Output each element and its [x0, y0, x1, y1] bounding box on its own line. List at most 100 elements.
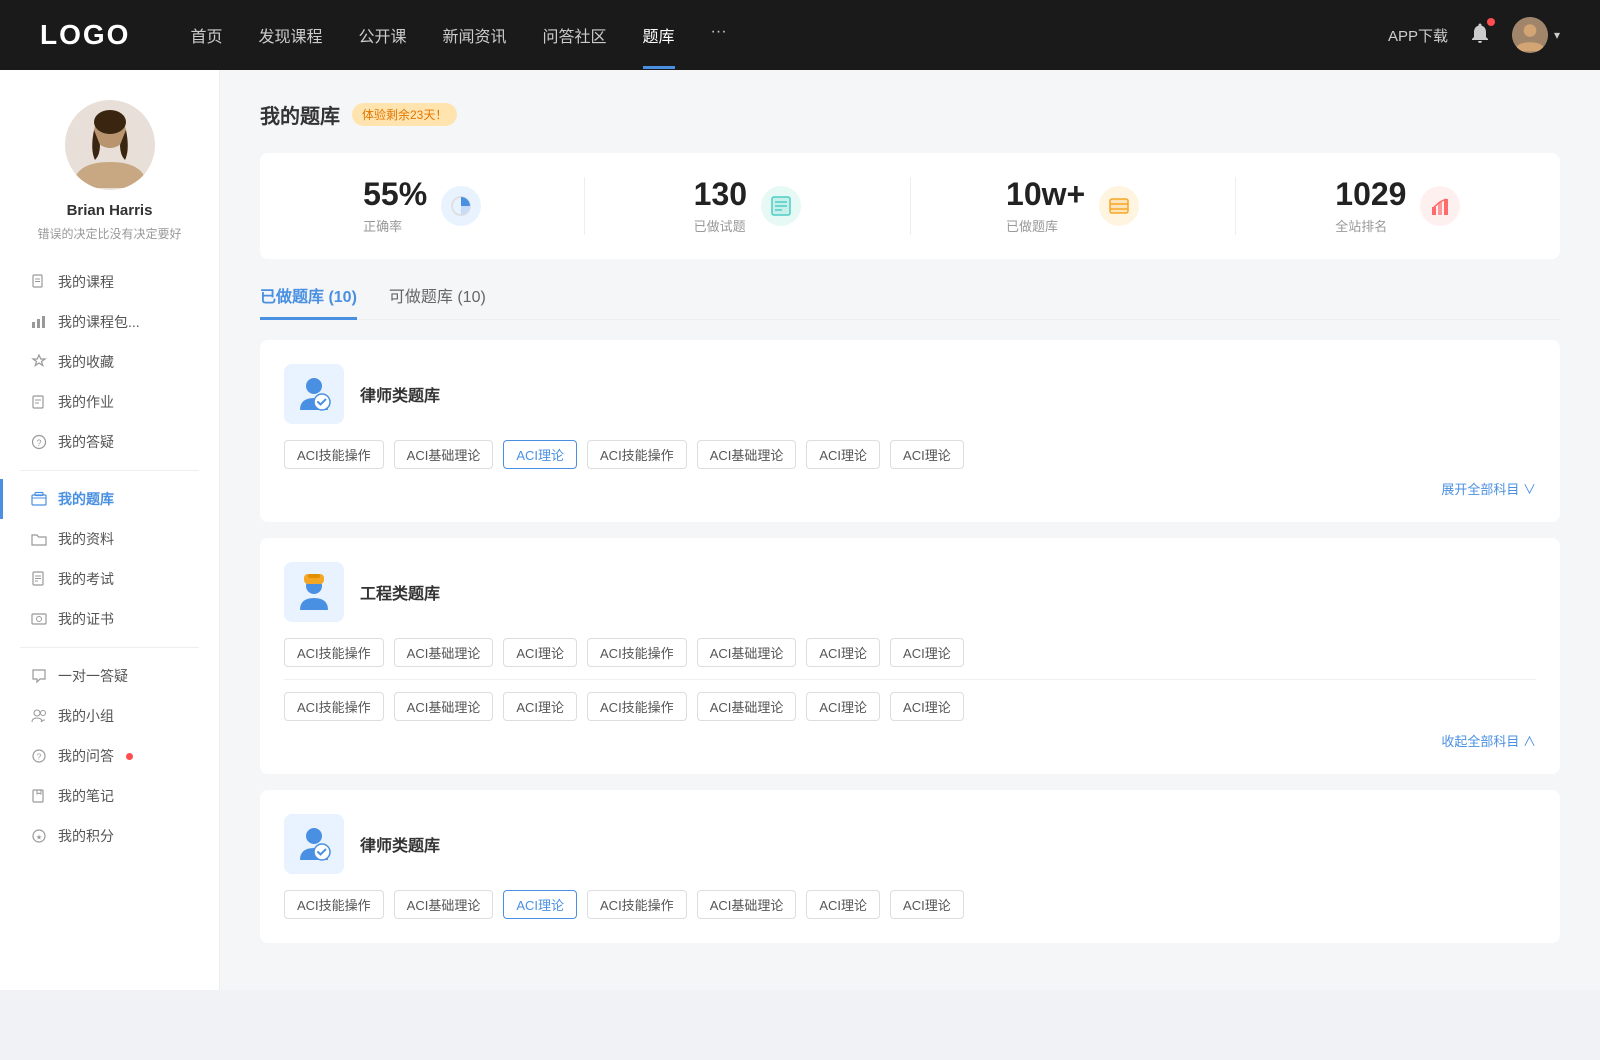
sidebar-item-mycourse[interactable]: 我的课程: [0, 262, 219, 302]
bank-tag[interactable]: ACI理论: [890, 440, 964, 469]
sidebar-item-questionbank[interactable]: 我的题库: [0, 479, 219, 519]
nav-opencourse[interactable]: 公开课: [358, 23, 406, 47]
notification-bell[interactable]: [1468, 21, 1492, 50]
page-wrapper: Brian Harris 错误的决定比没有决定要好 我的课程 我的课程包... …: [0, 70, 1600, 990]
bank-card-header-1: 律师类题库: [284, 364, 1536, 424]
accuracy-label: 正确率: [363, 216, 427, 235]
bank-tag[interactable]: ACI基础理论: [697, 638, 797, 667]
sidebar-item-homework[interactable]: 我的作业: [0, 382, 219, 422]
chevron-down-icon: ▾: [1554, 28, 1560, 42]
done-banks-label: 已做题库: [1006, 216, 1085, 235]
bank-tag-active[interactable]: ACI理论: [503, 890, 577, 919]
done-questions-value: 130: [694, 177, 747, 212]
accuracy-icon: [441, 186, 481, 226]
bank-tag[interactable]: ACI基础理论: [697, 440, 797, 469]
bank-tag[interactable]: ACI技能操作: [284, 440, 384, 469]
nav-news[interactable]: 新闻资讯: [443, 23, 507, 47]
sidebar-username: Brian Harris: [67, 202, 153, 219]
navbar: LOGO 首页 发现课程 公开课 新闻资讯 问答社区 题库 ··· APP下载 …: [0, 0, 1600, 70]
nav-home[interactable]: 首页: [190, 23, 222, 47]
sidebar-item-1on1[interactable]: 一对一答疑: [0, 656, 219, 696]
cert-icon: [30, 610, 48, 628]
tab-done-banks[interactable]: 已做题库 (10): [260, 283, 357, 319]
done-banks-value: 10w+: [1006, 177, 1085, 212]
sidebar-item-qna[interactable]: ? 我的答疑: [0, 422, 219, 462]
sidebar-item-materials[interactable]: 我的资料: [0, 519, 219, 559]
sidebar-item-group[interactable]: 我的小组: [0, 696, 219, 736]
bank-title-lawyer-2: 律师类题库: [360, 832, 440, 856]
bank-card-engineer: 工程类题库 ACI技能操作 ACI基础理论 ACI理论 ACI技能操作 ACI基…: [260, 538, 1560, 774]
ranking-chart-icon: [1429, 195, 1451, 217]
bank-tag[interactable]: ACI技能操作: [284, 638, 384, 667]
bank-tag[interactable]: ACI理论: [503, 692, 577, 721]
homework-icon: [30, 393, 48, 411]
sidebar-menu: 我的课程 我的课程包... 我的收藏 我的作业: [0, 262, 219, 856]
nav-discover[interactable]: 发现课程: [258, 23, 322, 47]
point-icon: ★: [30, 827, 48, 845]
bank-tag[interactable]: ACI技能操作: [284, 890, 384, 919]
tabs-bar: 已做题库 (10) 可做题库 (10): [260, 283, 1560, 320]
menu-divider-1: [20, 470, 199, 471]
stat-accuracy: 55% 正确率: [260, 177, 585, 235]
engineer-icon: [292, 570, 336, 614]
trial-badge: 体验剩余23天！: [352, 103, 457, 126]
tab-available-banks[interactable]: 可做题库 (10): [389, 283, 486, 319]
nav-questionbank[interactable]: 题库: [643, 23, 675, 47]
sidebar-motto: 错误的决定比没有决定要好: [17, 225, 201, 242]
bank-tag[interactable]: ACI技能操作: [587, 440, 687, 469]
bank-tag[interactable]: ACI技能操作: [284, 692, 384, 721]
app-download-button[interactable]: APP下载: [1388, 25, 1448, 46]
exam-icon: [30, 570, 48, 588]
user-avatar-menu[interactable]: ▾: [1512, 17, 1560, 53]
bank-tag[interactable]: ACI理论: [806, 638, 880, 667]
svg-text:★: ★: [36, 834, 42, 842]
bank-card-divider: [284, 679, 1536, 680]
sidebar-item-points[interactable]: ★ 我的积分: [0, 816, 219, 856]
chat-icon: [30, 667, 48, 685]
sidebar-item-notes[interactable]: 我的笔记: [0, 776, 219, 816]
sidebar-item-exam[interactable]: 我的考试: [0, 559, 219, 599]
bank-tag[interactable]: ACI基础理论: [394, 440, 494, 469]
bank-tag[interactable]: ACI理论: [890, 890, 964, 919]
sidebar: Brian Harris 错误的决定比没有决定要好 我的课程 我的课程包... …: [0, 70, 220, 990]
nav-menu: 首页 发现课程 公开课 新闻资讯 问答社区 题库 ···: [190, 23, 1388, 47]
bank-tag[interactable]: ACI理论: [806, 890, 880, 919]
bank-tag[interactable]: ACI理论: [890, 692, 964, 721]
nav-qa[interactable]: 问答社区: [543, 23, 607, 47]
bank-card-lawyer-2: 律师类题库 ACI技能操作 ACI基础理论 ACI理论 ACI技能操作 ACI基…: [260, 790, 1560, 943]
ranking-value: 1029: [1335, 177, 1406, 212]
sidebar-item-favorites[interactable]: 我的收藏: [0, 342, 219, 382]
bank-tag[interactable]: ACI技能操作: [587, 638, 687, 667]
bank-tag[interactable]: ACI基础理论: [394, 692, 494, 721]
bank-tag[interactable]: ACI理论: [806, 440, 880, 469]
done-questions-icon: [761, 186, 801, 226]
bank-tag[interactable]: ACI理论: [503, 638, 577, 667]
svg-text:?: ?: [36, 438, 41, 448]
sidebar-item-coursepack[interactable]: 我的课程包...: [0, 302, 219, 342]
done-questions-label: 已做试题: [694, 216, 747, 235]
bank-tags-2-row2: ACI技能操作 ACI基础理论 ACI理论 ACI技能操作 ACI基础理论 AC…: [284, 692, 1536, 721]
bank-tags-2: ACI技能操作 ACI基础理论 ACI理论 ACI技能操作 ACI基础理论 AC…: [284, 638, 1536, 667]
bank-title-lawyer-1: 律师类题库: [360, 382, 440, 406]
bank-tag-active[interactable]: ACI理论: [503, 440, 577, 469]
nav-more[interactable]: ···: [711, 23, 727, 47]
expand-label-1[interactable]: 展开全部科目 ∨: [284, 479, 1536, 498]
bank-tags-1: ACI技能操作 ACI基础理论 ACI理论 ACI技能操作 ACI基础理论 AC…: [284, 440, 1536, 469]
bank-tag[interactable]: ACI基础理论: [394, 638, 494, 667]
bank-tag[interactable]: ACI基础理论: [697, 890, 797, 919]
bank-tag[interactable]: ACI基础理论: [697, 692, 797, 721]
stat-ranking: 1029 全站排名: [1236, 177, 1560, 235]
bank-tag[interactable]: ACI理论: [890, 638, 964, 667]
lawyer-icon: [292, 372, 336, 416]
bank-tag[interactable]: ACI基础理论: [394, 890, 494, 919]
engineer-icon-wrap: [284, 562, 344, 622]
bank-card-lawyer-1: 律师类题库 ACI技能操作 ACI基础理论 ACI理论 ACI技能操作 ACI基…: [260, 340, 1560, 522]
bank-tag[interactable]: ACI理论: [806, 692, 880, 721]
bank-tag[interactable]: ACI技能操作: [587, 890, 687, 919]
sidebar-avatar: [65, 100, 155, 190]
sidebar-item-certificate[interactable]: 我的证书: [0, 599, 219, 639]
expand-label-2[interactable]: 收起全部科目 ∧: [284, 731, 1536, 750]
sidebar-item-myqa[interactable]: ? 我的问答: [0, 736, 219, 776]
bank-tag[interactable]: ACI技能操作: [587, 692, 687, 721]
user-avatar: [1512, 17, 1548, 53]
